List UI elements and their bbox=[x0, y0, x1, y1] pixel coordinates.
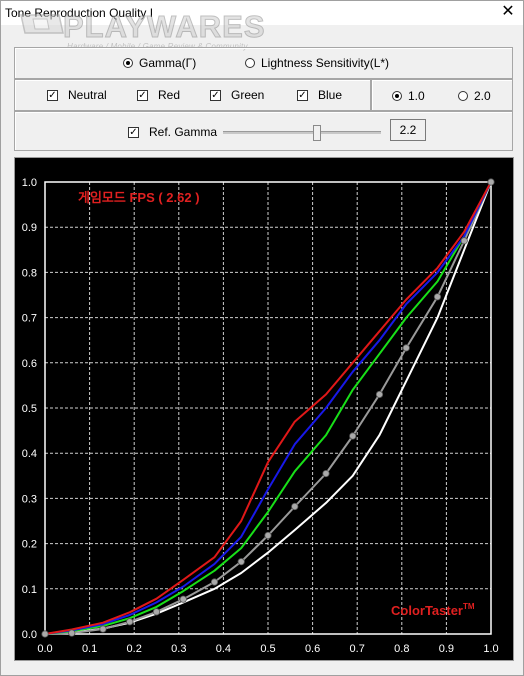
y-tick-label: 0.7 bbox=[22, 313, 37, 325]
blue-check-icon[interactable]: ✓ bbox=[297, 89, 308, 101]
x-tick-label: 0.2 bbox=[127, 643, 142, 655]
lightness-radio-label: Lightness Sensitivity(L*) bbox=[261, 56, 390, 70]
y-tick-label: 0.9 bbox=[22, 222, 37, 234]
ref-marker bbox=[237, 558, 245, 566]
ref-marker bbox=[99, 625, 107, 633]
lightness-radio-dot[interactable] bbox=[245, 58, 255, 68]
ref-gamma-checkbox[interactable]: ✓ Ref. Gamma bbox=[128, 125, 217, 139]
y-tick-label: 0.4 bbox=[22, 448, 37, 460]
scale-1-radio[interactable]: 1.0 bbox=[392, 89, 425, 103]
chart-grid bbox=[44, 181, 492, 635]
scale-2-radio[interactable]: 2.0 bbox=[458, 89, 491, 103]
ref-gamma-value: 2.2 bbox=[390, 119, 426, 141]
mode-panel: Gamma(Γ) Lightness Sensitivity(L*) bbox=[14, 47, 513, 79]
ref-marker bbox=[291, 502, 299, 511]
x-tick-label: 0.4 bbox=[216, 643, 231, 655]
y-tick-label: 0.0 bbox=[22, 629, 37, 641]
ref-marker bbox=[375, 390, 384, 399]
slider-track[interactable] bbox=[223, 131, 381, 134]
tone-reproduction-window: Tone Reproduction Quality I ✕ PLAYWARES … bbox=[0, 0, 524, 676]
ref-marker bbox=[126, 618, 134, 626]
green-checkbox[interactable]: ✓ Green bbox=[210, 88, 264, 102]
x-tick-label: 0.7 bbox=[350, 643, 365, 655]
blue-label: Blue bbox=[318, 88, 343, 102]
playwares-logo-icon bbox=[20, 14, 64, 34]
ref-marker bbox=[41, 630, 49, 638]
y-tick-label: 0.1 bbox=[22, 584, 37, 596]
y-tick-label: 0.6 bbox=[22, 358, 37, 370]
y-tick-label: 0.8 bbox=[22, 267, 37, 279]
ref-gamma-slider[interactable] bbox=[223, 125, 381, 141]
green-check-icon[interactable]: ✓ bbox=[210, 89, 221, 101]
ref-marker bbox=[68, 629, 76, 637]
scale-panel: 1.0 2.0 bbox=[371, 79, 513, 111]
colortaster-brand-text: ColorTaster bbox=[391, 603, 463, 618]
blue-checkbox[interactable]: ✓ Blue bbox=[297, 88, 342, 102]
close-icon[interactable]: ✕ bbox=[499, 3, 517, 21]
scale-2-radio-dot[interactable] bbox=[458, 91, 468, 101]
x-tick-label: 0.5 bbox=[260, 643, 275, 655]
scale-2-label: 2.0 bbox=[474, 89, 491, 103]
y-tick-label: 0.2 bbox=[22, 539, 37, 551]
ref-marker bbox=[349, 432, 357, 440]
ref-marker bbox=[322, 469, 330, 478]
gamma-radio[interactable]: Gamma(Γ) bbox=[123, 56, 196, 70]
neutral-label: Neutral bbox=[68, 88, 107, 102]
gamma-radio-label: Gamma(Γ) bbox=[139, 56, 197, 70]
colortaster-brand: ColorTasterTM bbox=[391, 602, 475, 618]
x-tick-label: 0.3 bbox=[171, 643, 186, 655]
x-tick-label: 0.6 bbox=[305, 643, 320, 655]
x-tick-label: 0.9 bbox=[439, 643, 454, 655]
ref-gamma-label: Ref. Gamma bbox=[149, 125, 218, 139]
red-checkbox[interactable]: ✓ Red bbox=[137, 88, 180, 102]
ref-marker bbox=[152, 608, 161, 616]
tone-curve-chart: 0.0 0.1 0.2 0.3 0.4 0.5 0.6 0.7 0.8 0.9 1.0 0.0 0.1 0… bbox=[14, 157, 514, 661]
x-tick-label: 0.1 bbox=[82, 643, 97, 655]
colortaster-tm: TM bbox=[463, 602, 475, 611]
red-check-icon[interactable]: ✓ bbox=[137, 89, 148, 101]
neutral-checkbox[interactable]: ✓ Neutral bbox=[47, 88, 107, 102]
ref-marker bbox=[264, 531, 272, 540]
watermark-brand: PLAYWARES bbox=[63, 9, 266, 45]
game-mode-label: 게임모드 FPS ( 2.62 ) bbox=[78, 190, 200, 205]
gamma-radio-dot[interactable] bbox=[123, 58, 133, 68]
scale-1-radio-dot[interactable] bbox=[392, 91, 402, 101]
green-label: Green bbox=[231, 88, 265, 102]
tone-curve-svg: 0.0 0.1 0.2 0.3 0.4 0.5 0.6 0.7 0.8 0.9 1.0 0.0 0.1 0… bbox=[22, 177, 499, 655]
ref-marker bbox=[179, 595, 187, 603]
channel-panel: ✓ Neutral ✓ Red ✓ Green ✓ Blue bbox=[14, 79, 371, 111]
y-tick-label: 1.0 bbox=[22, 177, 37, 189]
red-label: Red bbox=[158, 88, 181, 102]
x-tick-label: 0.0 bbox=[37, 643, 52, 655]
lightness-radio[interactable]: Lightness Sensitivity(L*) bbox=[245, 56, 389, 70]
ref-marker bbox=[433, 293, 442, 301]
ref-marker bbox=[487, 178, 495, 186]
slider-thumb[interactable] bbox=[313, 125, 321, 141]
x-tick-label: 1.0 bbox=[483, 643, 498, 655]
ref-gamma-check-icon[interactable]: ✓ bbox=[128, 126, 139, 138]
y-tick-label: 0.5 bbox=[22, 403, 37, 415]
scale-1-label: 1.0 bbox=[408, 89, 425, 103]
chart-axis-labels: 0.0 0.1 0.2 0.3 0.4 0.5 0.6 0.7 0.8 0.9 1.0 0.0 0.1 0… bbox=[22, 177, 499, 655]
ref-marker bbox=[402, 344, 410, 352]
x-tick-label: 0.8 bbox=[394, 643, 409, 655]
y-tick-label: 0.3 bbox=[22, 493, 37, 505]
ref-marker bbox=[210, 578, 219, 586]
ref-marker bbox=[460, 237, 468, 245]
neutral-check-icon[interactable]: ✓ bbox=[47, 89, 58, 101]
